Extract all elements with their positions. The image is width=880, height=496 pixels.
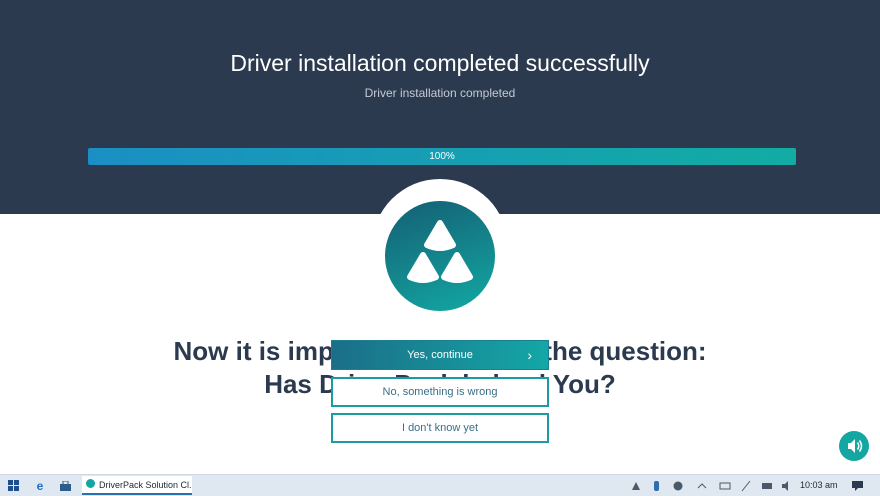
speaker-icon[interactable] xyxy=(839,431,869,461)
yes-continue-label: Yes, continue xyxy=(407,349,473,361)
edge-browser-icon[interactable]: e xyxy=(32,475,48,496)
page-title: Driver installation completed successful… xyxy=(230,50,650,76)
progress-label: 100% xyxy=(429,151,455,162)
yes-continue-button[interactable]: Yes, continue › xyxy=(331,340,549,370)
taskbar-driverpack-app[interactable]: DriverPack Solution Cl... xyxy=(82,476,192,495)
driverpack-app-icon xyxy=(86,479,95,490)
something-wrong-button[interactable]: No, something is wrong xyxy=(331,377,549,407)
taskbar: e DriverPack Solution Cl... 10:03 am xyxy=(0,474,880,496)
taskbar-clock[interactable]: 10:03 am xyxy=(800,475,838,496)
taskbar-app-label: DriverPack Solution Cl... xyxy=(99,479,192,490)
notification-icon[interactable] xyxy=(849,475,865,496)
driverpack-window: Driver installation completed successful… xyxy=(0,0,880,474)
chevron-right-icon: › xyxy=(527,347,532,363)
driverpack-logo-icon xyxy=(385,201,495,311)
store-icon[interactable] xyxy=(57,475,73,496)
page-subtitle: Driver installation completed xyxy=(364,86,516,100)
dont-know-button[interactable]: I don't know yet xyxy=(331,413,549,443)
system-tray-icons[interactable] xyxy=(630,475,790,496)
windows-start-icon[interactable] xyxy=(5,475,21,496)
progress-bar: 100% xyxy=(88,148,796,165)
